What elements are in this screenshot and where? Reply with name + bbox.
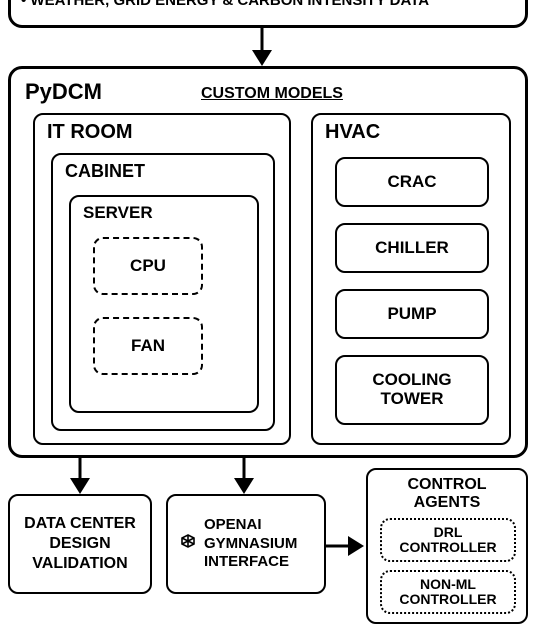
pump-label: PUMP: [387, 304, 436, 324]
arrow-pydcm-to-gym: [232, 458, 262, 498]
drl-controller-box: DRL CONTROLLER: [380, 518, 516, 562]
openai-icon: [176, 532, 200, 556]
it-room-box: IT ROOM CABINET SERVER CPU FAN: [33, 113, 291, 445]
server-label: SERVER: [83, 203, 153, 223]
server-box: SERVER CPU FAN: [69, 195, 259, 413]
inputs-line2: • WEATHER, GRID ENERGY & CARBON INTENSIT…: [21, 0, 515, 9]
fan-label: FAN: [131, 336, 165, 356]
fan-box: FAN: [93, 317, 203, 375]
pump-box: PUMP: [335, 289, 489, 339]
cabinet-box: CABINET SERVER CPU FAN: [51, 153, 275, 431]
pydcm-title: PyDCM: [25, 79, 102, 105]
cooling-tower-box: COOLING TOWER: [335, 355, 489, 425]
hvac-label: HVAC: [325, 121, 380, 144]
arrow-pydcm-to-validation: [68, 458, 98, 498]
arrow-inputs-to-pydcm: [250, 28, 280, 68]
cabinet-label: CABINET: [65, 161, 145, 182]
control-agents-label: CONTROL AGENTS: [368, 476, 526, 511]
validation-box: DATA CENTER DESIGN VALIDATION: [8, 494, 152, 594]
custom-models-label: CUSTOM MODELS: [201, 85, 343, 103]
cpu-box: CPU: [93, 237, 203, 295]
nonml-controller-box: NON-ML CONTROLLER: [380, 570, 516, 614]
gym-label: OPENAI GYMNASIUM INTERFACE: [204, 516, 324, 572]
arrow-gym-to-agents: [326, 534, 366, 564]
hvac-box: HVAC CRAC CHILLER PUMP COOLING TOWER: [311, 113, 511, 445]
drl-controller-label: DRL CONTROLLER: [399, 525, 496, 556]
validation-label: DATA CENTER DESIGN VALIDATION: [24, 514, 136, 574]
pydcm-box: PyDCM CUSTOM MODELS IT ROOM CABINET SERV…: [8, 66, 528, 458]
cooling-tower-label: COOLING TOWER: [372, 371, 451, 408]
crac-label: CRAC: [387, 172, 436, 192]
nonml-controller-label: NON-ML CONTROLLER: [399, 577, 496, 608]
chiller-box: CHILLER: [335, 223, 489, 273]
crac-box: CRAC: [335, 157, 489, 207]
cpu-label: CPU: [130, 256, 166, 276]
gym-box: OPENAI GYMNASIUM INTERFACE: [166, 494, 326, 594]
control-agents-box: CONTROL AGENTS DRL CONTROLLER NON-ML CON…: [366, 468, 528, 624]
chiller-label: CHILLER: [375, 238, 449, 258]
it-room-label: IT ROOM: [47, 121, 133, 144]
inputs-box: • PRECOMPUTED CFD RESULTS • WEATHER, GRI…: [8, 0, 528, 28]
